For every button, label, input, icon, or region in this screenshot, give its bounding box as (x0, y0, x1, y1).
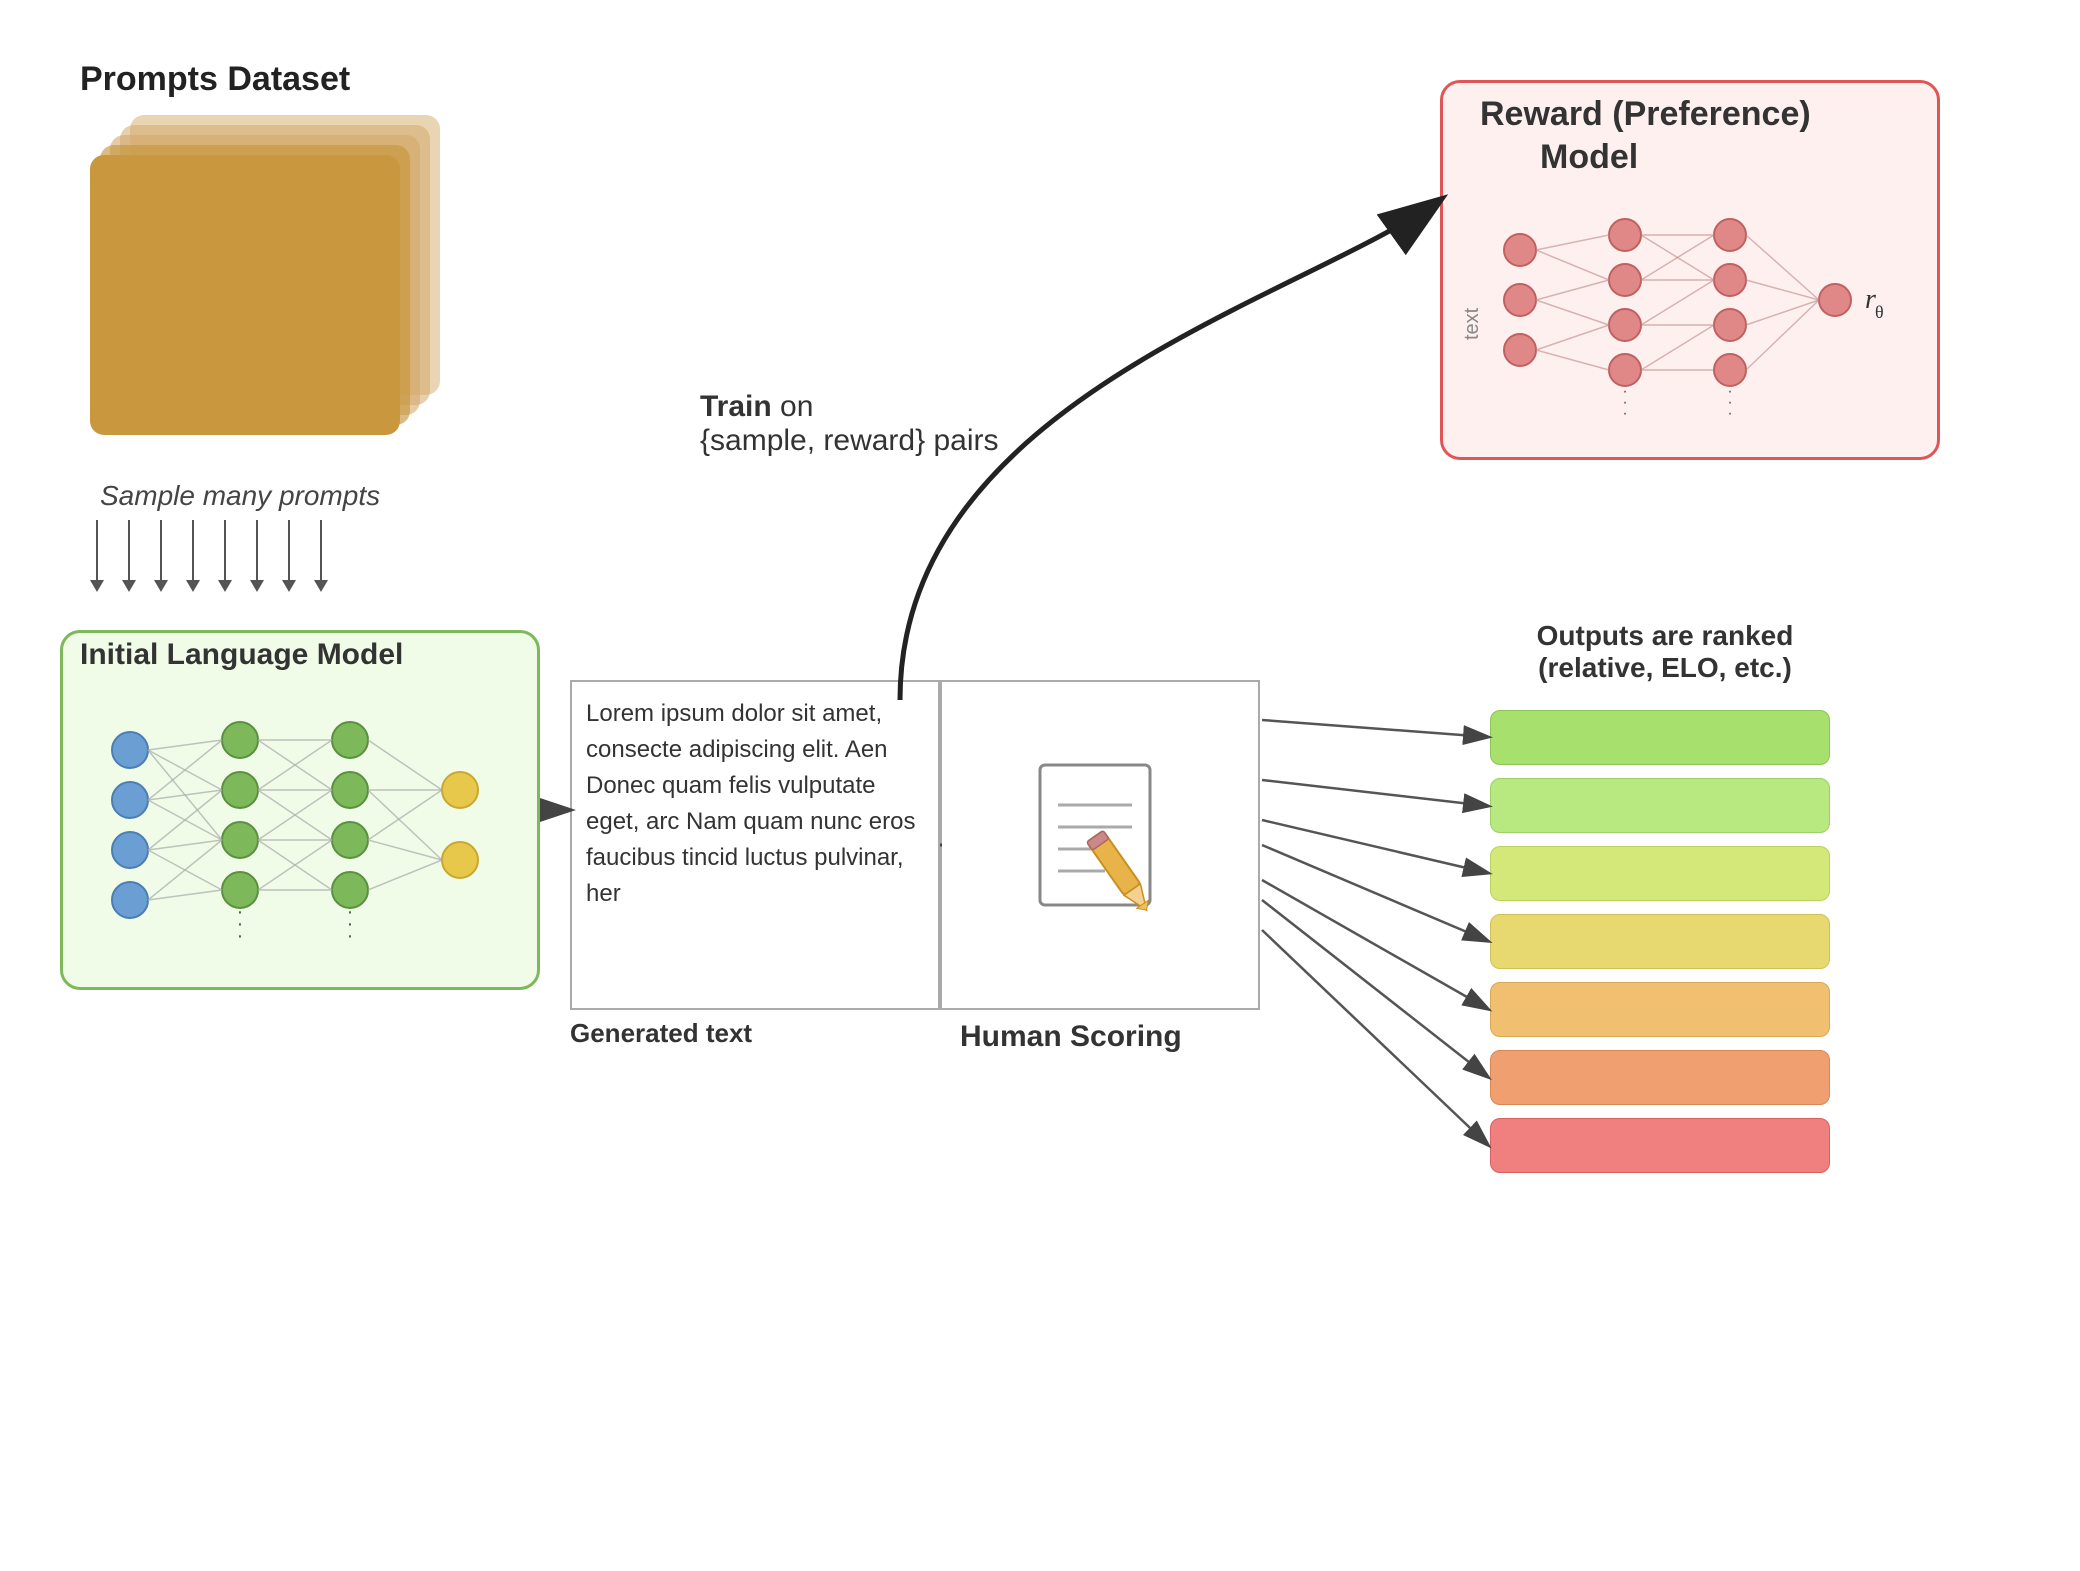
output-bar-4 (1490, 914, 1830, 969)
output-bar-1 (1490, 710, 1830, 765)
generated-text-content: Lorem ipsum dolor sit amet, consecte adi… (586, 700, 916, 907)
sample-label: Sample many prompts (100, 480, 380, 512)
reward-label-2: Model (1540, 138, 1638, 177)
down-arrow-7 (282, 520, 296, 592)
diagram-container: Prompts Dataset Sample many prompts (0, 0, 2080, 1571)
down-arrows (90, 520, 328, 592)
down-arrow-8 (314, 520, 328, 592)
down-arrow-4 (186, 520, 200, 592)
down-arrow-2 (122, 520, 136, 592)
generated-text-label: Generated text (570, 1018, 752, 1049)
output-bar-2 (1490, 778, 1830, 833)
prompts-dataset-label: Prompts Dataset (80, 60, 350, 99)
down-arrow-1 (90, 520, 104, 592)
output-bar-3 (1490, 846, 1830, 901)
nn-svg-reward: text · · · · · · r θ (1450, 200, 1900, 420)
human-scoring-box (940, 680, 1260, 1010)
down-arrow-6 (250, 520, 264, 592)
generated-text-box: Lorem ipsum dolor sit amet, consecte adi… (570, 680, 940, 1010)
down-arrow-3 (154, 520, 168, 592)
output-bar-7 (1490, 1118, 1830, 1173)
svg-text:·: · (237, 925, 244, 947)
down-arrow-5 (218, 520, 232, 592)
output-bar-6 (1490, 1050, 1830, 1105)
svg-text:·: · (1727, 405, 1732, 420)
train-bold: Train (700, 390, 772, 423)
nn-svg-ilm: · · · · · · (80, 700, 500, 950)
train-text: Train on {sample, reward} pairs (700, 390, 998, 458)
human-scoring-label: Human Scoring (960, 1020, 1182, 1054)
outputs-ranked-label: Outputs are ranked(relative, ELO, etc.) (1485, 620, 1845, 684)
svg-text:·: · (1622, 405, 1627, 420)
ilm-label: Initial Language Model (80, 638, 403, 672)
scoring-icon (1020, 755, 1180, 935)
reward-label-1: Reward (Preference) (1480, 95, 1811, 134)
svg-text:text: text (1461, 307, 1483, 340)
svg-text:·: · (347, 925, 354, 947)
output-bar-5 (1490, 982, 1830, 1037)
svg-text:θ: θ (1875, 302, 1884, 322)
stack-card-main (90, 155, 400, 435)
